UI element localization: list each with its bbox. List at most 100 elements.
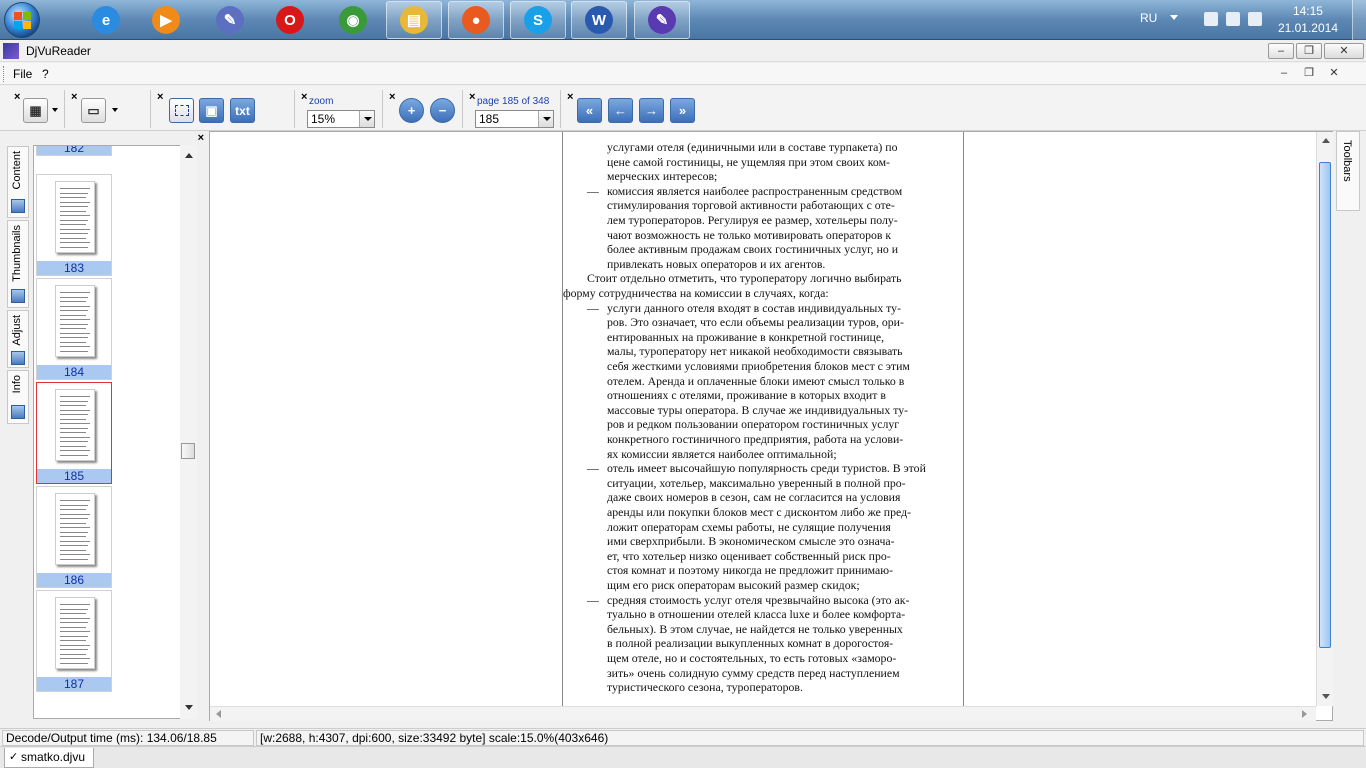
select-area-icon[interactable] xyxy=(169,98,194,123)
group-close-icon[interactable]: × xyxy=(389,92,395,103)
scroll-down-icon[interactable] xyxy=(1322,694,1330,699)
document-line: цене самой гостиницы, не ущемляя при это… xyxy=(607,154,890,169)
toolbars-tab[interactable]: Toolbars xyxy=(1336,131,1360,211)
horizontal-scrollbar[interactable] xyxy=(210,706,1316,721)
document-line: чают возможность не только мотивировать … xyxy=(607,227,892,242)
document-line: ях комиссии является наиболее оптимально… xyxy=(607,446,837,461)
list-dash: — xyxy=(587,300,599,315)
vertical-scrollbar[interactable] xyxy=(1316,132,1333,706)
last-page-icon[interactable]: » xyxy=(670,98,695,123)
document-line: зить» очень солидную сумму средств перед… xyxy=(607,665,900,680)
zoom-select[interactable]: 15% xyxy=(307,110,375,128)
scroll-right-icon[interactable] xyxy=(1302,710,1307,718)
group-close-icon[interactable]: × xyxy=(14,92,20,103)
tab-info-label: Info xyxy=(11,375,23,394)
app-icon xyxy=(3,43,19,59)
layout-icon[interactable]: ▦ xyxy=(23,98,48,123)
close-button[interactable]: ✕ xyxy=(1324,43,1364,59)
thumbnail-panel: × 182 183 184 185 186 187 xyxy=(30,131,208,721)
page-dropdown-icon[interactable] xyxy=(538,111,553,127)
menu-bar: File ? – ❐ ✕ xyxy=(0,63,1366,85)
clock[interactable]: 14:15 21.01.2014 xyxy=(1278,3,1338,37)
thumbnail-item[interactable]: 184 xyxy=(36,278,112,380)
page-mode-dropdown-icon[interactable] xyxy=(112,108,118,112)
scroll-down-icon[interactable] xyxy=(185,705,193,710)
group-close-icon[interactable]: × xyxy=(71,92,77,103)
show-desktop-button[interactable] xyxy=(1352,0,1366,40)
network-icon[interactable] xyxy=(1248,12,1262,26)
group-close-icon[interactable]: × xyxy=(157,92,163,103)
taskbar-chrome-button[interactable]: ◉ xyxy=(325,1,381,39)
menu-grip[interactable] xyxy=(3,66,5,82)
thumbnail-item[interactable]: 185 xyxy=(36,382,112,484)
group-close-icon[interactable]: × xyxy=(301,92,307,103)
document-line: ров и редком пользовании оператором гост… xyxy=(607,417,900,432)
taskbar-media-player-button[interactable]: ▶ xyxy=(138,1,194,39)
taskbar-opera-button[interactable]: O xyxy=(262,1,318,39)
scroll-up-icon[interactable] xyxy=(185,153,193,158)
thumbnail-item[interactable]: 182 xyxy=(36,146,112,156)
thumbnail-page-preview xyxy=(55,597,95,669)
scroll-left-icon[interactable] xyxy=(216,710,221,718)
mdi-restore-icon[interactable]: ❐ xyxy=(1300,66,1318,81)
taskbar-word-button[interactable]: W xyxy=(571,1,627,39)
taskbar-skype-button[interactable]: S xyxy=(510,1,566,39)
document-line: форму сотрудничества на комиссии в случа… xyxy=(563,285,829,300)
menu-help[interactable]: ? xyxy=(42,67,49,81)
maximize-button[interactable]: ❐ xyxy=(1296,43,1322,59)
tab-info[interactable]: Info xyxy=(7,370,29,424)
thumbnail-item[interactable]: 187 xyxy=(36,590,112,692)
taskbar-djvureader-button[interactable]: ✎ xyxy=(634,1,690,39)
menu-file[interactable]: File xyxy=(13,67,32,81)
thumbnail-scroll-thumb[interactable] xyxy=(181,443,195,459)
thumbnail-page-preview xyxy=(55,389,95,461)
thumbnail-item[interactable]: 183 xyxy=(36,174,112,276)
thumbnail-number: 184 xyxy=(37,365,111,379)
group-close-icon[interactable]: × xyxy=(567,92,573,103)
document-line: лем туроператоров. Регулируя ее размер, … xyxy=(607,212,898,227)
panel-close-icon[interactable]: × xyxy=(198,132,204,144)
page-select[interactable]: 185 xyxy=(475,110,554,128)
vertical-scroll-thumb[interactable] xyxy=(1319,162,1331,648)
page-group: × page 185 of 348 185 xyxy=(462,90,558,128)
mdi-minimize-icon[interactable]: – xyxy=(1275,66,1293,81)
previous-page-icon[interactable]: ← xyxy=(608,98,633,123)
thumbnail-scrollbar[interactable] xyxy=(180,145,197,719)
internet-explorer-icon: e xyxy=(92,6,120,34)
scroll-up-icon[interactable] xyxy=(1322,138,1330,143)
page-mode-icon[interactable]: ▭ xyxy=(81,98,106,123)
tab-content[interactable]: Content xyxy=(7,146,29,218)
text-mode-button[interactable]: txt xyxy=(230,98,255,123)
minimize-button[interactable]: – xyxy=(1268,43,1294,59)
taskbar-tools-button[interactable]: ✎ xyxy=(202,1,258,39)
document-tab[interactable]: smatko.djvu xyxy=(4,748,94,768)
language-indicator[interactable]: RU xyxy=(1140,11,1157,25)
image-icon[interactable]: ▣ xyxy=(199,98,224,123)
layout-dropdown-icon[interactable] xyxy=(52,108,58,112)
document-info: [w:2688, h:4307, dpi:600, size:33492 byt… xyxy=(256,730,1364,746)
device-icon[interactable] xyxy=(1204,12,1218,26)
zoom-out-icon[interactable]: − xyxy=(430,98,455,123)
document-line: в полной реализации выкупленных комнат в… xyxy=(607,636,894,651)
thumbnail-page-preview xyxy=(55,493,95,565)
volume-icon[interactable] xyxy=(1226,12,1240,26)
start-button[interactable] xyxy=(4,2,40,38)
group-close-icon[interactable]: × xyxy=(469,92,475,103)
taskbar-file-explorer-button[interactable]: ▤ xyxy=(386,1,442,39)
zoom-in-icon[interactable]: + xyxy=(399,98,424,123)
skype-icon: S xyxy=(524,6,552,34)
first-page-icon[interactable]: « xyxy=(577,98,602,123)
document-line: комиссия является наиболее распространен… xyxy=(607,183,903,198)
tray-expand-icon[interactable] xyxy=(1170,15,1178,20)
taskbar-app-colorful-button[interactable]: ● xyxy=(448,1,504,39)
taskbar-internet-explorer-button[interactable]: e xyxy=(78,1,134,39)
select-group: × ▣ txt xyxy=(150,90,260,128)
next-page-icon[interactable]: → xyxy=(639,98,664,123)
tab-thumbnails[interactable]: Thumbnails xyxy=(7,220,29,308)
thumbnail-item[interactable]: 186 xyxy=(36,486,112,588)
mdi-close-icon[interactable]: ✕ xyxy=(1325,66,1343,81)
zoom-dropdown-icon[interactable] xyxy=(359,111,374,127)
document-view[interactable]: услугами отеля (единичными или в составе… xyxy=(209,131,1333,721)
tab-adjust[interactable]: Adjust xyxy=(7,310,29,368)
status-bar: Decode/Output time (ms): 134.06/18.85 [w… xyxy=(0,728,1366,746)
